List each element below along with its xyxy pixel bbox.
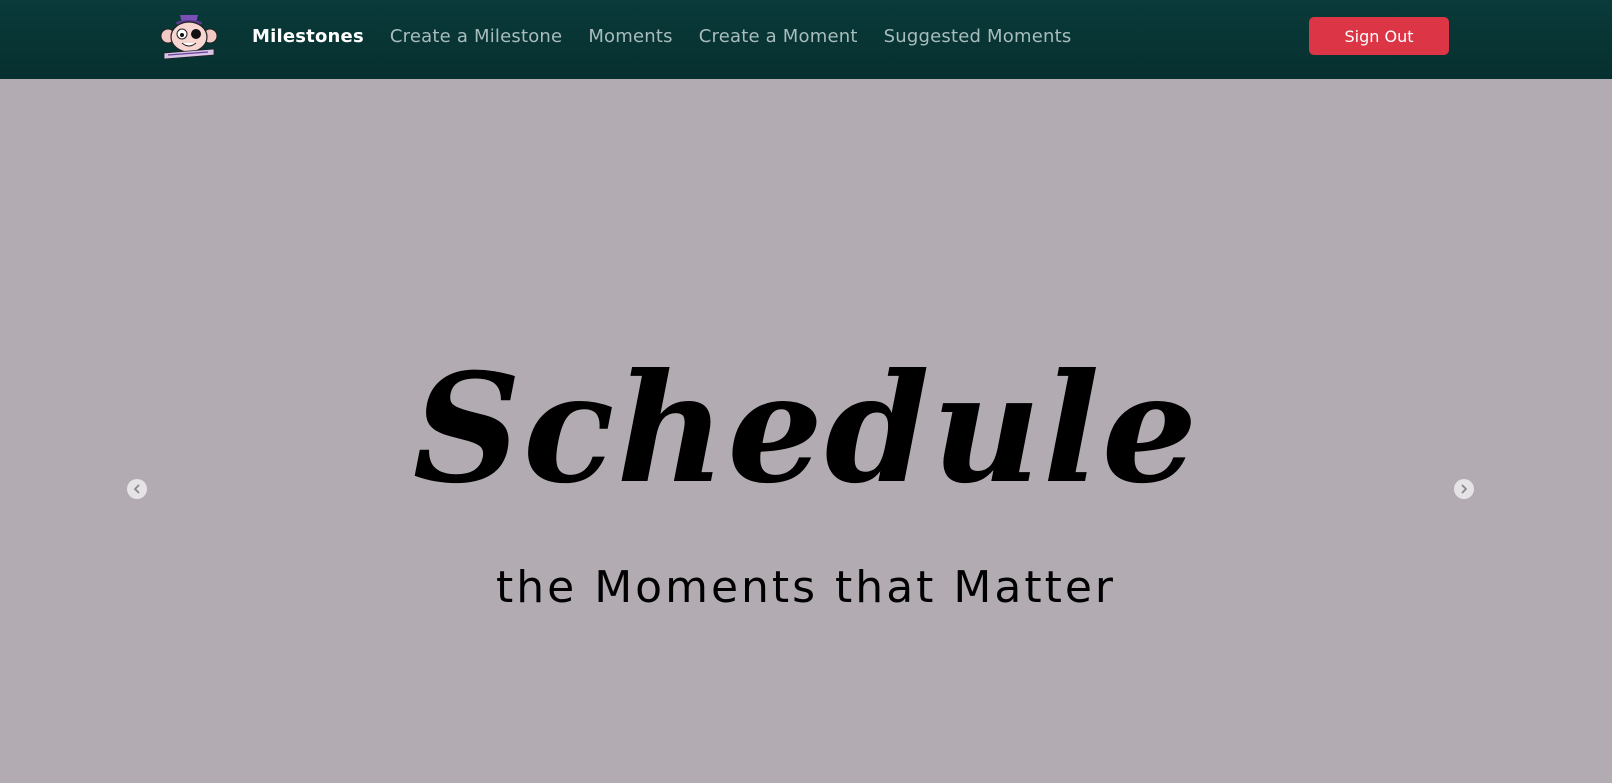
nav-item-suggested-moments[interactable]: Suggested Moments bbox=[884, 26, 1072, 47]
sign-out-button[interactable]: Sign Out bbox=[1309, 17, 1449, 55]
nav-item-create-moment[interactable]: Create a Moment bbox=[699, 26, 858, 47]
nav-links: Milestones Create a Milestone Moments Cr… bbox=[252, 0, 1097, 72]
monkey-logo-icon[interactable] bbox=[158, 9, 220, 61]
nav-item-milestones[interactable]: Milestones bbox=[252, 26, 364, 47]
hero-title: Schedule bbox=[412, 341, 1200, 517]
carousel-next-button[interactable] bbox=[1454, 479, 1474, 499]
nav-item-create-milestone[interactable]: Create a Milestone bbox=[390, 26, 562, 47]
navbar: Milestones Create a Milestone Moments Cr… bbox=[0, 0, 1612, 79]
nav-item-moments[interactable]: Moments bbox=[588, 26, 672, 47]
carousel-prev-button[interactable] bbox=[127, 479, 147, 499]
chevron-right-icon bbox=[1461, 484, 1467, 494]
hero-subtitle: the Moments that Matter bbox=[496, 562, 1116, 613]
chevron-left-icon bbox=[134, 484, 140, 494]
hero-carousel: Schedule the Moments that Matter bbox=[0, 79, 1612, 783]
